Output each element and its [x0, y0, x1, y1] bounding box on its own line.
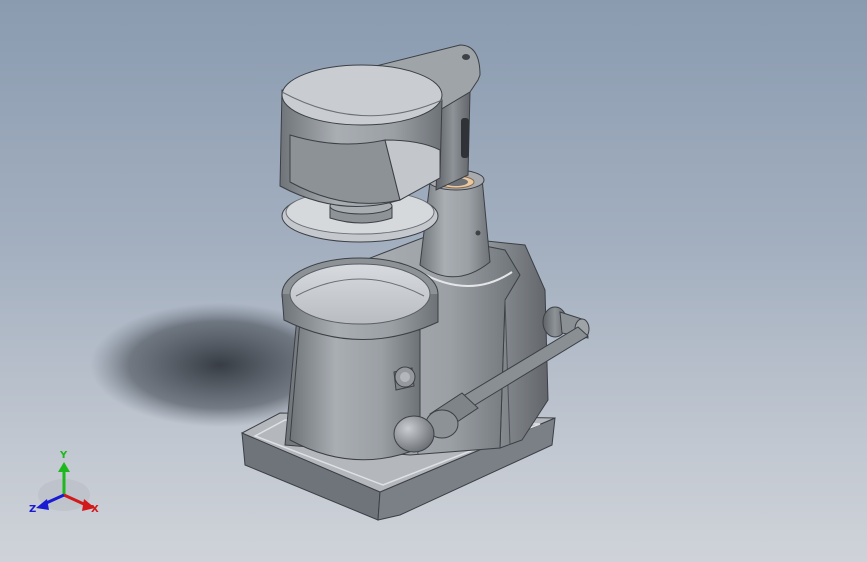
front-stud[interactable] [393, 366, 416, 391]
axis-triad: Y X Z [29, 450, 99, 515]
x-axis-label: X [91, 504, 99, 515]
top-hopper-arm[interactable] [279, 44, 481, 207]
handle-knob[interactable] [393, 415, 435, 453]
y-axis-label: Y [59, 450, 68, 461]
burger-press-model[interactable]: Y X Z [0, 0, 867, 562]
y-axis-arrow [58, 462, 70, 472]
z-axis-label: Z [29, 504, 36, 515]
cad-viewport[interactable]: Y X Z [0, 0, 867, 562]
